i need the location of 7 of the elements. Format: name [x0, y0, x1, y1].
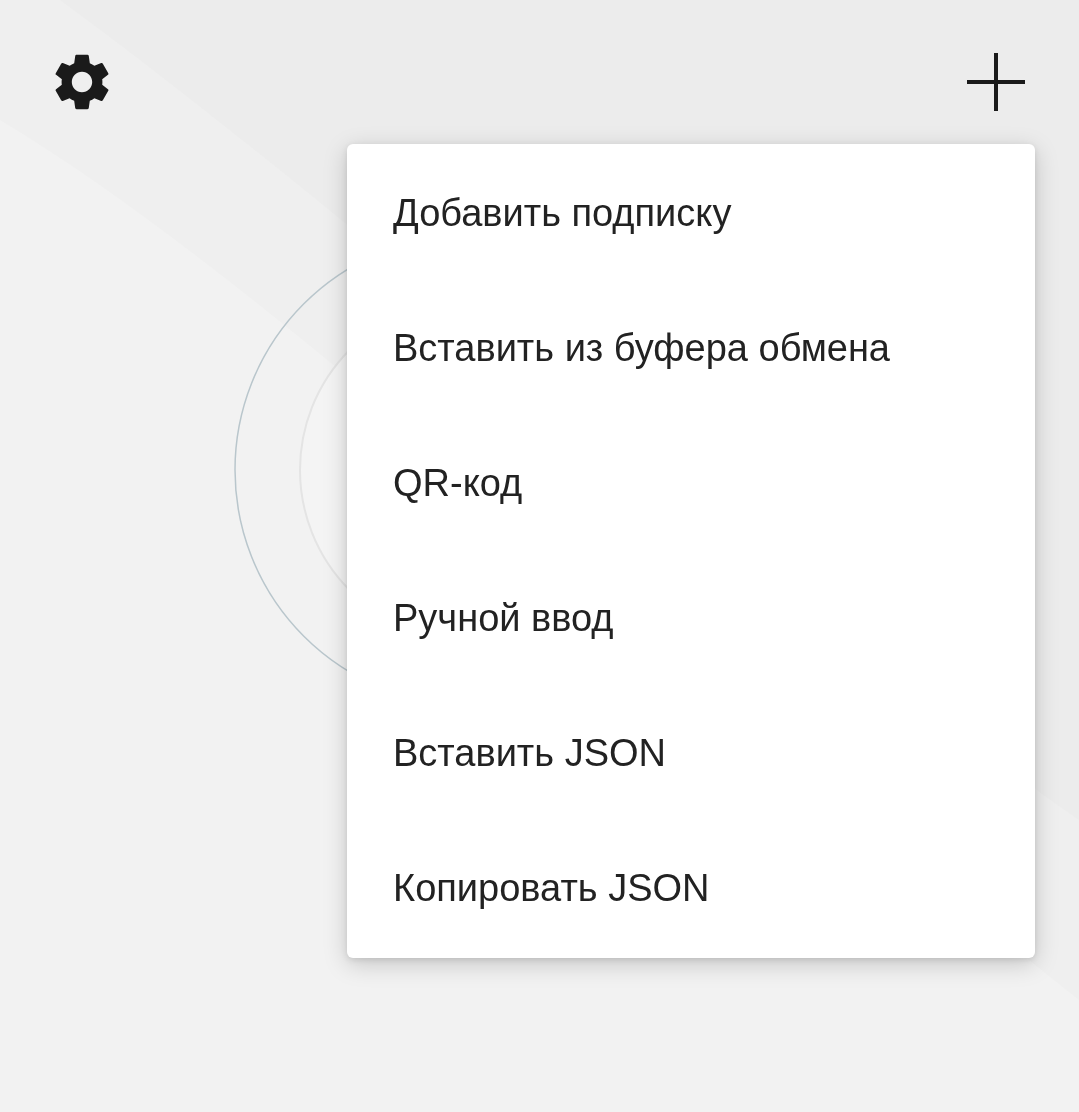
menu-item[interactable]: Вставить из буфера обмена [347, 281, 1035, 416]
menu-item[interactable]: Вставить JSON [347, 686, 1035, 821]
menu-item[interactable]: Добавить подписку [347, 146, 1035, 281]
menu-item[interactable]: Ручной ввод [347, 551, 1035, 686]
menu-item[interactable]: QR-код [347, 416, 1035, 551]
plus-icon [965, 51, 1027, 113]
menu-item[interactable]: Копировать JSON [347, 821, 1035, 956]
